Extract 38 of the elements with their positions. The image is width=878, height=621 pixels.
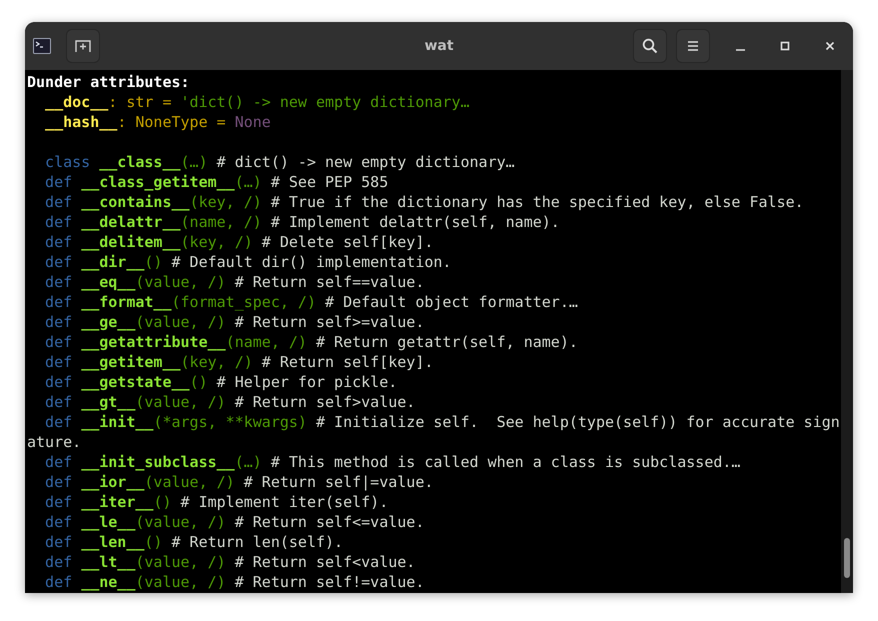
code-line: def __ge__(value, /) # Return self>=value. <box>44 312 426 332</box>
code-line: def __len__() # Return len(self). <box>44 532 344 552</box>
code-line: def __ne__(value, /) # Return self!=value. <box>44 572 426 592</box>
code-line: def __delitem__(key, /) # Delete self[key]. <box>44 232 434 252</box>
code-line: def __iter__() # Implement iter(self). <box>44 492 390 512</box>
code-line: class __class__(…) # dict() -> new empty dictionary… <box>44 152 516 172</box>
code-line: def __dir__() # Default dir() implementation. <box>44 252 452 272</box>
maximize-icon <box>780 41 790 51</box>
code-line: def __getitem__(key, /) # Return self[key]. <box>44 352 434 372</box>
terminal-icon <box>33 38 51 54</box>
close-icon <box>825 41 835 51</box>
menu-icon <box>687 40 699 52</box>
code-line: def __class_getitem__(…) # See PEP 585 <box>44 172 390 192</box>
code-line: __hash__: NoneType = None <box>44 112 272 132</box>
minimize-icon <box>736 49 744 51</box>
window-title: wat <box>424 38 454 54</box>
code-line: def __gt__(value, /) # Return self>value. <box>44 392 416 412</box>
code-line: def __le__(value, /) # Return self<=value. <box>44 512 426 532</box>
code-line: def __eq__(value, /) # Return self==value. <box>44 272 426 292</box>
code-line: def __ior__(value, /) # Return self|=value. <box>44 472 434 492</box>
code-line: ature. <box>27 432 82 452</box>
code-line: __doc__: str = 'dict() -> new empty dictionary… <box>44 92 471 112</box>
code-line: def __lt__(value, /) # Return self<value. <box>44 552 416 572</box>
code-line: def __delattr__(name, /) # Implement delattr(self, name). <box>44 212 561 232</box>
code-line: def __init_subclass__(…) # This method is called when a class is subclassed.… <box>44 452 742 472</box>
code-line: def __format__(format_spec, /) # Default object formatter.… <box>44 292 579 312</box>
menu-button[interactable] <box>676 29 710 63</box>
new-tab-button[interactable] <box>66 29 100 63</box>
code-line: def __getattribute__(name, /) # Return getattr(self, name). <box>44 332 579 352</box>
scrollbar-thumb[interactable] <box>844 538 850 578</box>
code-line: def __init__(*args, **kwargs) # Initialize self. See help(type(self)) for accurate sign <box>44 412 841 432</box>
search-icon <box>642 38 658 54</box>
scrollbar[interactable] <box>841 70 853 593</box>
code-line: def __contains__(key, /) # True if the dictionary has the specified key, else False. <box>44 192 805 212</box>
code-line: def __getstate__() # Helper for pickle. <box>44 372 398 392</box>
search-button[interactable] <box>633 29 667 63</box>
add-tab-icon <box>75 39 91 53</box>
code-line: Dunder attributes: <box>27 72 191 92</box>
